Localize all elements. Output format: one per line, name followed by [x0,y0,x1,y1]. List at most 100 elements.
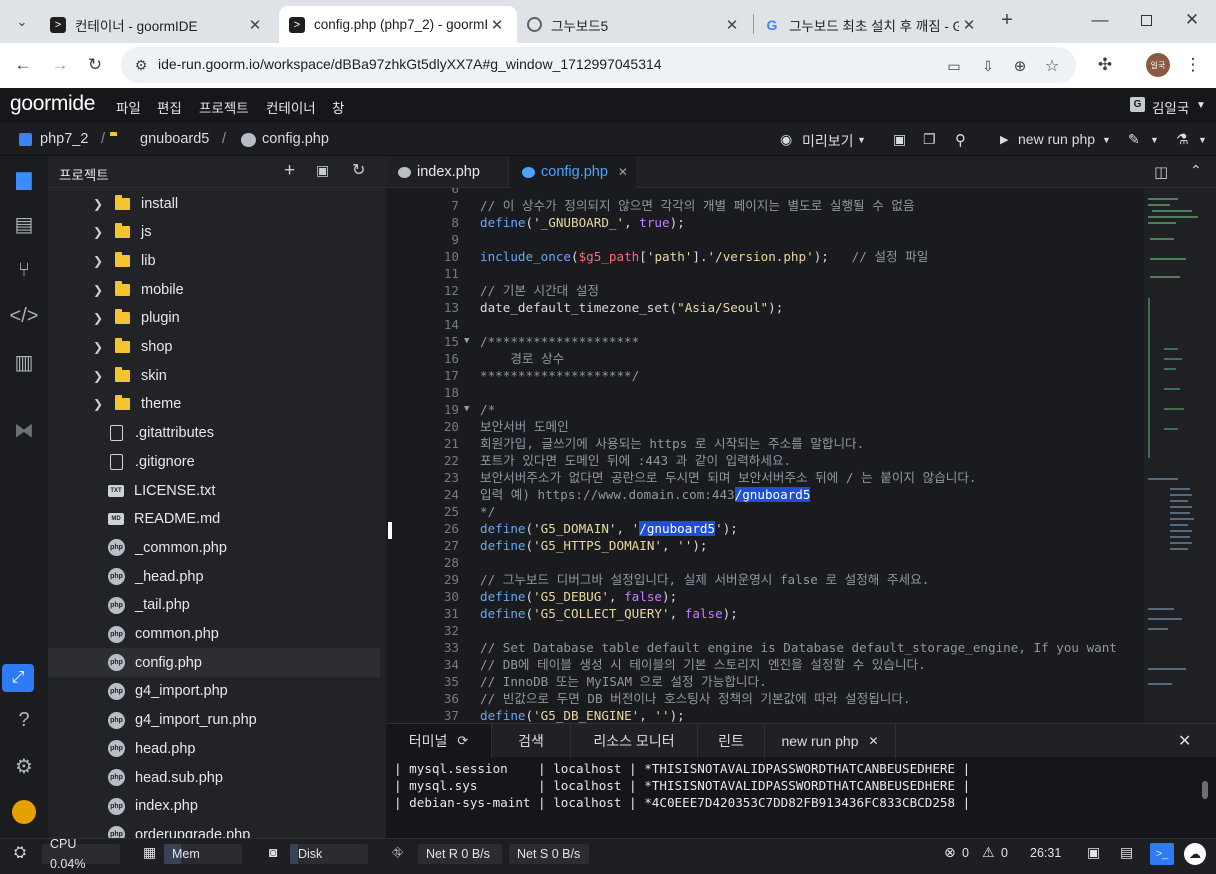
settings-gear-icon[interactable]: ⚙ [0,744,48,788]
search-icon[interactable]: ⚲ [955,131,966,149]
code-line[interactable]: 7 // 이 상수가 정의되지 않으면 각각의 개별 페이지는 별도로 실행될 수… [386,197,1144,214]
tree-item[interactable]: ❯ skin [48,361,380,390]
new-tab-icon[interactable]: + [995,8,1019,32]
preview-dropdown-icon[interactable]: ▼ [857,135,866,145]
tree-item[interactable]: .gitattributes [48,419,380,448]
terminal-scrollbar[interactable] [1202,781,1208,799]
run-dropdown-icon[interactable]: ▼ [1102,135,1111,145]
help-icon[interactable]: ? [0,698,48,742]
code-line[interactable]: 9 [386,231,1144,248]
tree-item[interactable]: php g4_import_run.php [48,706,380,735]
terminal-refresh-icon[interactable]: ⟳ [457,733,468,749]
chevron-right-icon[interactable]: ❯ [90,197,106,211]
tree-item[interactable]: php _head.php [48,562,380,591]
error-icon[interactable]: ⊗ [944,844,956,861]
code-line[interactable]: 30 define('G5_DEBUG', false); [386,588,1144,605]
chevron-right-icon[interactable]: ❯ [90,340,106,354]
code-line[interactable]: 35 // InnoDB 또는 MyISAM 으로 설정 가능합니다. [386,673,1144,690]
zoom-icon[interactable]: ⊕ [1009,55,1031,77]
tree-item[interactable]: MD README.md [48,505,380,534]
install-app-icon[interactable]: ⇩ [977,55,999,77]
tab-run-php[interactable]: new run php ✕ [765,724,896,758]
close-tab-icon[interactable]: ✕ [245,16,265,34]
tree-item[interactable]: ❯ plugin [48,304,380,333]
chevron-right-icon[interactable]: ❯ [90,283,106,297]
profile-avatar[interactable]: 일국 [1146,53,1170,77]
chevron-right-icon[interactable]: ❯ [90,369,106,383]
code-line[interactable]: 10 include_once($g5_path['path'].'/versio… [386,248,1144,265]
tree-item[interactable]: ❯ install [48,189,380,218]
site-info-icon[interactable]: ⚙ [131,55,151,75]
close-tab-icon[interactable]: ✕ [618,165,628,179]
tab-resource-monitor[interactable]: 리소스 모니터 [571,724,698,758]
chevron-right-icon[interactable]: ❯ [90,311,106,325]
close-panel-icon[interactable]: ✕ [1178,731,1191,751]
close-tab-icon[interactable]: ✕ [487,16,507,34]
tree-item[interactable]: TXT LICENSE.txt [48,476,380,505]
browser-tab-gnuboard[interactable]: 그누보드5 ✕ [517,6,752,43]
collapse-all-icon[interactable]: ▣ [316,162,329,179]
outline-icon[interactable]: ▤ [0,202,48,246]
code-line[interactable]: 8 define('_GNUBOARD_', true); [386,214,1144,231]
vscode-icon[interactable]: ⧓ [0,408,48,452]
code-line[interactable]: 29 // 그누보드 디버그바 설정입니다, 실제 서버운영시 false 로 설… [386,571,1144,588]
code-line[interactable]: 24 입력 예) https://www.domain.com:443/gnubo… [386,486,1144,503]
tab-terminal[interactable]: 터미널 ⟳ [386,724,492,758]
browser-tab-google[interactable]: G 그누보드 최초 설치 후 깨짐 - G ✕ [754,6,989,43]
tab-lint[interactable]: 린트 [698,724,765,758]
tree-item[interactable]: ❯ lib [48,246,380,275]
tree-item[interactable]: ❯ mobile [48,275,380,304]
menu-file[interactable]: 파일 [116,97,141,117]
test-flask-icon[interactable]: ⚗ [1176,131,1189,148]
bookmark-star-icon[interactable]: ☆ [1041,55,1063,77]
cursor-position[interactable]: 26:31 [1030,846,1061,860]
run-play-icon[interactable]: ▶ [1000,133,1008,146]
tree-item[interactable]: ❯ shop [48,333,380,362]
chevron-right-icon[interactable]: ❯ [90,225,106,239]
test-dropdown-icon[interactable]: ▼ [1198,135,1207,145]
code-line[interactable]: 14 [386,316,1144,333]
expand-view-icon[interactable]: ⤢ [2,664,34,692]
build-wrench-icon[interactable]: ✎ [1128,131,1140,148]
add-file-icon[interactable]: + [284,160,295,182]
code-line[interactable]: 25 */ [386,503,1144,520]
browser-menu-icon[interactable]: ⋮ [1182,52,1204,78]
close-tab-icon[interactable]: ✕ [722,16,742,34]
code-line[interactable]: 23 보안서버주소가 없다면 공란으로 두시면 되며 보안서버주소 뒤에 / 는 … [386,469,1144,486]
code-line[interactable]: 32 [386,622,1144,639]
browser-tab-container[interactable]: > 컨테이너 - goormIDE ✕ [40,6,275,43]
tab-search[interactable]: 검색 [492,724,571,758]
code-line[interactable]: 28 [386,554,1144,571]
code-line[interactable]: 21 회원가입, 글쓰기에 사용되는 https 로 시작되는 주소를 말합니다. [386,435,1144,452]
fold-toggle-icon[interactable]: ▼ [464,401,469,418]
preview-button[interactable]: 미리보기 [802,131,854,151]
maximize-icon[interactable] [1126,8,1166,32]
menu-window[interactable]: 창 [332,97,344,117]
split-view-icon[interactable]: ◫ [1154,163,1168,181]
code-line[interactable]: 15 ▼ /******************** [386,333,1144,350]
code-line[interactable]: 36 // 빈값으로 두면 DB 버전이나 호스팅사 정책의 기본값에 따라 설정… [386,690,1144,707]
clipboard-icon[interactable]: ▭ [943,55,965,77]
tree-item[interactable]: .gitignore [48,447,380,476]
code-line[interactable]: 20 보안서버 도메인 [386,418,1144,435]
code-line[interactable]: 26 define('G5_DOMAIN', '/gnuboard5'); [386,520,1144,537]
breadcrumb-folder[interactable]: gnuboard5 [140,131,209,147]
code-line[interactable]: 16 경로 상수 [386,350,1144,367]
close-tab-icon[interactable]: ✕ [869,734,879,748]
code-line[interactable]: 34 // DB에 테이블 생성 시 테이블의 기본 스토리지 엔진을 설정할 수… [386,656,1144,673]
breadcrumb-project[interactable]: php7_2 [40,131,88,147]
minimap[interactable] [1144,188,1216,723]
extensions-icon[interactable]: ✣ [1092,52,1118,78]
terminal-toggle-icon[interactable]: >_ [1150,843,1174,865]
tree-item[interactable]: php config.php [48,648,380,678]
address-bar[interactable]: ⚙ ide-run.goorm.io/workspace/dBBa97zhkGt… [121,47,1076,83]
tree-item[interactable]: ❯ js [48,218,380,247]
close-window-icon[interactable]: ✕ [1172,8,1212,32]
save-icon[interactable]: ▣ [893,131,906,148]
tree-item[interactable]: php _common.php [48,533,380,562]
code-line[interactable]: 17 ********************/ [386,367,1144,384]
back-icon[interactable]: ← [10,52,36,78]
code-line[interactable]: 11 [386,265,1144,282]
tab-search-icon[interactable]: ⌄ [10,10,34,34]
cloud-icon[interactable]: ☁ [1184,843,1206,865]
